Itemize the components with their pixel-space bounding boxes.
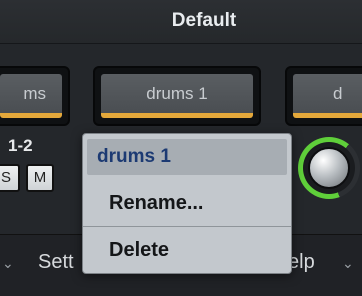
context-menu-title: drums 1 [87,139,287,175]
knob-cap [308,147,350,189]
track-name-label: ms [0,74,62,118]
track-name-label: d [293,74,362,118]
track-name-label: drums 1 [101,74,253,118]
chevron-down-icon[interactable]: ⌄ [342,255,354,272]
track-name-left[interactable]: ms [0,66,70,126]
mute-button[interactable]: M [26,164,54,192]
track-name-drums-1[interactable]: drums 1 [93,66,261,126]
solo-button[interactable]: S [0,164,20,192]
channel-label: 1-2 [8,136,33,155]
chevron-down-icon[interactable]: ⌄ [2,255,14,272]
help-menu-button[interactable]: elp [288,251,315,274]
title-bar: Default [0,0,362,44]
pan-knob[interactable] [298,137,360,199]
settings-menu-button[interactable]: Sett [38,251,74,274]
context-menu: drums 1 Rename... Delete [82,133,292,274]
track-name-right[interactable]: d [285,66,362,126]
menu-divider [83,226,291,227]
menu-item-rename[interactable]: Rename... [87,182,287,224]
menu-item-delete[interactable]: Delete [87,229,287,271]
window-title: Default [171,10,237,31]
